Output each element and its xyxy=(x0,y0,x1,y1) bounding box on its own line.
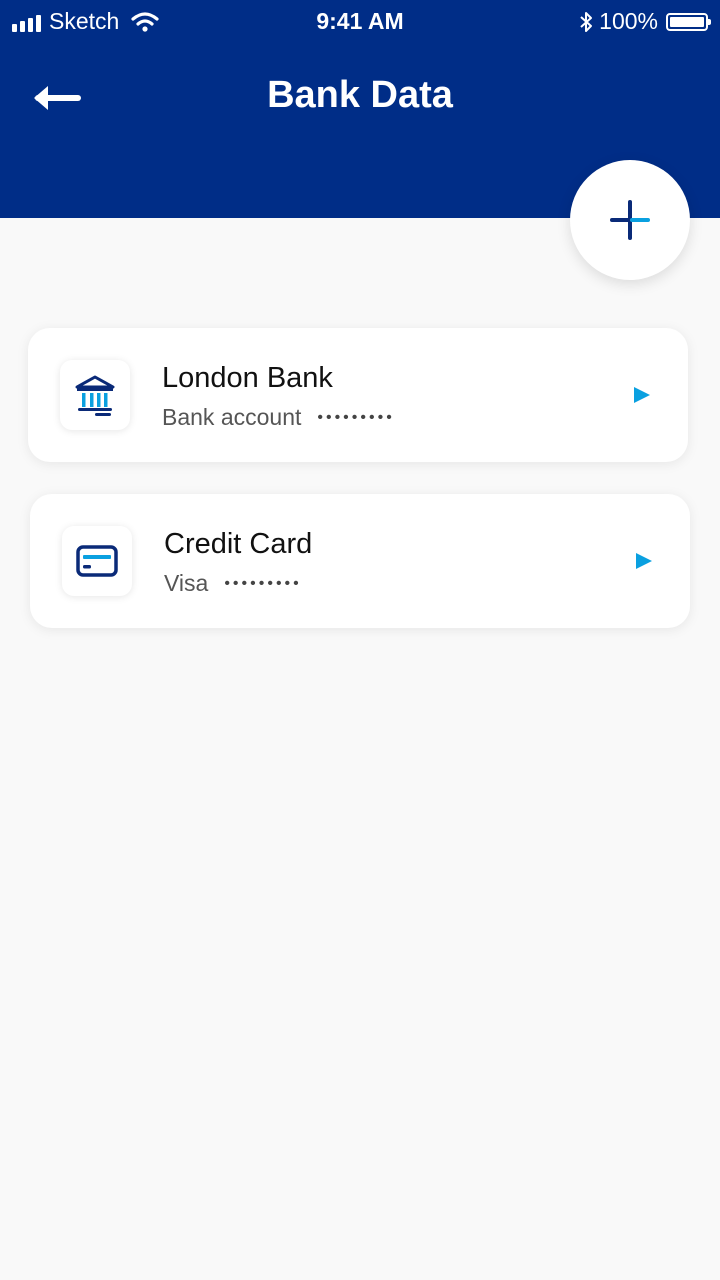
status-bar: Sketch 9:41 AM 100% xyxy=(0,0,720,42)
account-subtitle: Visa ••••••••• xyxy=(164,570,302,597)
account-title: London Bank xyxy=(162,362,333,394)
plus-icon xyxy=(610,200,650,240)
credit-card-icon xyxy=(76,545,118,577)
masked-number: ••••••••• xyxy=(317,408,395,426)
page-title: Bank Data xyxy=(267,74,453,116)
masked-number: ••••••••• xyxy=(224,574,302,592)
account-type: Visa xyxy=(164,570,209,596)
battery-icon xyxy=(666,12,711,31)
account-card-london-bank[interactable]: London Bank Bank account ••••••••• xyxy=(28,328,688,462)
account-subtitle: Bank account ••••••••• xyxy=(162,404,395,431)
bluetooth-icon xyxy=(580,11,593,32)
bank-icon xyxy=(75,375,115,416)
credit-card-icon-container xyxy=(62,526,132,596)
account-card-credit-card[interactable]: Credit Card Visa ••••••••• xyxy=(30,494,690,628)
chevron-right-icon xyxy=(634,387,650,403)
account-type: Bank account xyxy=(162,404,302,430)
battery-percent: 100% xyxy=(599,8,658,34)
chevron-right-icon xyxy=(636,553,652,569)
add-button[interactable] xyxy=(570,160,690,280)
account-title: Credit Card xyxy=(164,528,313,560)
bank-icon-container xyxy=(60,360,130,430)
